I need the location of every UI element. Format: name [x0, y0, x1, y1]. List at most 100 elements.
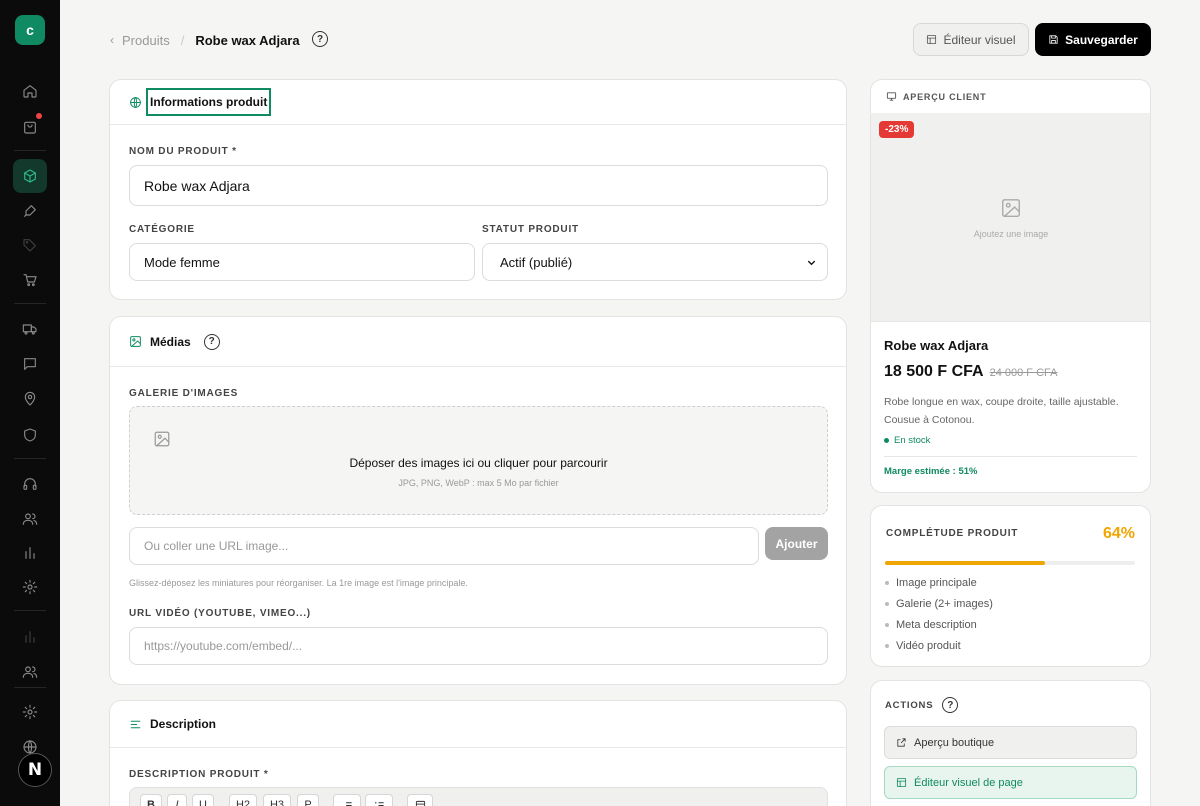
- list-icon: [343, 801, 352, 806]
- home-icon: [23, 85, 37, 98]
- dropzone-title: Déposer des images ici ou cliquer pour p…: [349, 456, 608, 470]
- save-button[interactable]: Sauvegarder: [1035, 23, 1151, 56]
- bar-chart-icon: [25, 547, 35, 559]
- insert-block-button[interactable]: [407, 794, 433, 806]
- help-icon[interactable]: ?: [203, 333, 220, 350]
- nav-locations[interactable]: [13, 382, 47, 416]
- sidebar-divider: [14, 458, 46, 459]
- user-avatar[interactable]: N: [18, 753, 52, 787]
- gallery-label: GALERIE D'IMAGES: [129, 388, 239, 399]
- globe-icon: [130, 96, 141, 108]
- paragraph-button[interactable]: P: [297, 794, 319, 806]
- checklist-item-label: Galerie (2+ images): [896, 598, 993, 610]
- nav-customers[interactable]: [13, 502, 47, 536]
- breadcrumb: ‹ Produits / Robe wax Adjara: [110, 31, 300, 49]
- actions-title: ACTIONS: [885, 699, 934, 711]
- margin-text: Marge estimée : 51%: [884, 466, 978, 477]
- heading2-button[interactable]: H2: [229, 794, 257, 806]
- card-header: APERÇU CLIENT: [871, 80, 1150, 113]
- add-image-button[interactable]: Ajouter: [765, 527, 828, 560]
- nav-cart[interactable]: [13, 263, 47, 297]
- completeness-progress-fill: [885, 561, 1045, 565]
- nav-settings[interactable]: [13, 570, 47, 604]
- save-label: Sauvegarder: [1065, 32, 1138, 47]
- image-dropzone[interactable]: Déposer des images ici ou cliquer pour p…: [129, 406, 828, 515]
- layout-icon: [415, 800, 425, 806]
- bullet: [885, 623, 889, 627]
- visual-editor-button[interactable]: Éditeur visuel: [913, 23, 1029, 56]
- actions-header: ACTIONS ?: [885, 697, 959, 713]
- product-name-input[interactable]: Robe wax Adjara: [129, 165, 828, 206]
- map-pin-icon: [24, 391, 36, 406]
- nav-support[interactable]: [13, 467, 47, 501]
- category-input[interactable]: Mode femme: [129, 243, 475, 281]
- nav-security[interactable]: [13, 418, 47, 452]
- nav-preferences[interactable]: [13, 695, 47, 729]
- sidebar-divider: [14, 150, 46, 151]
- completeness-card: COMPLÉTUDE PRODUIT 64% Image principale …: [870, 505, 1151, 667]
- save-icon: [1049, 35, 1058, 44]
- preview-image-placeholder[interactable]: -23% Ajoutez une image: [871, 113, 1150, 322]
- page-editor-label: Éditeur visuel de page: [914, 776, 1023, 789]
- dropzone-hint: JPG, PNG, WebP : max 5 Mo par fichier: [398, 478, 559, 488]
- page-editor-button[interactable]: Éditeur visuel de page: [884, 766, 1137, 799]
- card-header: Description: [110, 701, 846, 748]
- bullet: [885, 644, 889, 648]
- users-icon: [22, 513, 38, 525]
- checklist-item: Image principale: [885, 577, 977, 589]
- cart-icon: [23, 274, 37, 287]
- nav-customize[interactable]: [13, 194, 47, 228]
- nav-delivery[interactable]: [13, 312, 47, 346]
- app-logo[interactable]: c: [15, 15, 45, 45]
- preview-product-name: Robe wax Adjara: [884, 338, 989, 353]
- status-label: STATUT PRODUIT: [482, 224, 579, 235]
- chevron-down-icon: [807, 260, 816, 265]
- add-image-text: Ajoutez une image: [973, 229, 1049, 239]
- reorder-hint: Glissez-déposez les miniatures pour réor…: [129, 578, 468, 588]
- ordered-list-icon: [374, 801, 384, 806]
- chevron-left-icon[interactable]: ‹: [110, 33, 114, 47]
- image-url-input[interactable]: Ou coller une URL image...: [129, 527, 759, 565]
- users-icon: [22, 666, 38, 678]
- bullet-list-button[interactable]: [333, 794, 361, 806]
- heading3-button[interactable]: H3: [263, 794, 291, 806]
- help-icon[interactable]: ?: [312, 31, 328, 47]
- breadcrumb-current: Robe wax Adjara: [195, 32, 300, 48]
- nav-home[interactable]: [13, 74, 47, 108]
- nav-discounts[interactable]: [13, 228, 47, 262]
- nav-team[interactable]: [13, 655, 47, 689]
- preview-old-price: 24 000 F CFA: [989, 367, 1058, 379]
- layout-icon: [896, 777, 907, 788]
- actions-card: ACTIONS ? Aperçu boutique Éditeur visuel…: [870, 680, 1151, 806]
- nav-orders[interactable]: [13, 110, 47, 144]
- rich-text-toolbar: B I U H2 H3 P: [129, 787, 828, 806]
- shop-preview-button[interactable]: Aperçu boutique: [884, 726, 1137, 759]
- settings-icon: [22, 579, 38, 595]
- breadcrumb-products-link[interactable]: Produits: [122, 33, 170, 48]
- tag-icon: [23, 239, 36, 252]
- numbered-list-button[interactable]: [365, 794, 393, 806]
- notification-dot: [36, 113, 42, 119]
- image-icon: [154, 431, 170, 447]
- video-url-input[interactable]: https://youtube.com/embed/...: [129, 627, 828, 665]
- category-label: CATÉGORIE: [129, 224, 195, 235]
- nav-products[interactable]: [13, 159, 47, 193]
- card-title: Informations produit: [146, 88, 272, 116]
- media-card: Médias ? GALERIE D'IMAGES Déposer des im…: [109, 316, 847, 685]
- help-icon[interactable]: ?: [942, 697, 959, 713]
- nav-analytics[interactable]: [13, 536, 47, 570]
- image-icon: [1002, 199, 1020, 217]
- italic-button[interactable]: I: [167, 794, 187, 806]
- bold-button[interactable]: B: [140, 794, 162, 806]
- product-name-label: NOM DU PRODUIT *: [129, 146, 237, 157]
- underline-button[interactable]: U: [192, 794, 214, 806]
- checklist-item: Galerie (2+ images): [885, 598, 993, 610]
- discount-badge: -23%: [879, 121, 915, 138]
- nav-analytics-secondary[interactable]: [13, 620, 47, 654]
- stock-dot: [884, 438, 889, 443]
- status-select[interactable]: Actif (publié): [482, 243, 828, 281]
- sidebar-divider: [14, 303, 46, 304]
- checklist-item-label: Vidéo produit: [896, 640, 961, 652]
- preview-price-row: 18 500 F CFA 24 000 F CFA: [884, 363, 1057, 381]
- nav-messages[interactable]: [13, 347, 47, 381]
